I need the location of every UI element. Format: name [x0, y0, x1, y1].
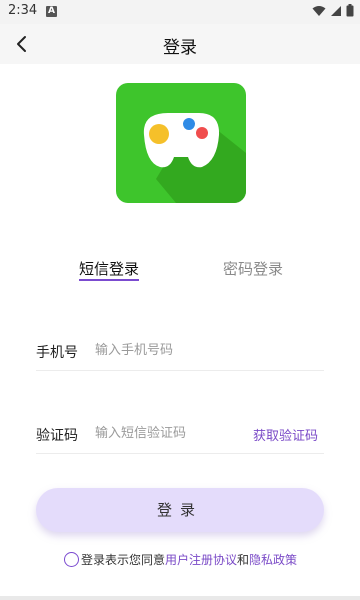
active-tab-indicator — [79, 279, 139, 281]
wifi-icon — [312, 5, 326, 16]
agreement-conjunction: 和 — [237, 553, 250, 567]
bottom-bar — [0, 596, 360, 600]
status-time: 2:34 — [8, 3, 38, 18]
agree-checkbox[interactable] — [64, 552, 79, 567]
get-code-button[interactable]: 获取验证码 — [253, 425, 318, 444]
login-button[interactable]: 登录 — [36, 488, 324, 532]
gamepad-icon — [143, 113, 246, 203]
page-title: 登录 — [163, 38, 197, 58]
battery-icon — [346, 4, 354, 17]
code-field-row: 验证码 获取验证码 — [36, 413, 324, 454]
code-label: 验证码 — [36, 428, 78, 444]
header: 登录 — [0, 24, 360, 64]
tab-password-login[interactable]: 密码登录 — [223, 258, 283, 279]
user-agreement-link[interactable]: 用户注册协议 — [165, 551, 237, 568]
status-bar: 2:34 A — [0, 0, 360, 24]
agreement-row: 登录表示您同意 用户注册协议 和 隐私政策 — [64, 551, 297, 568]
signal-icon — [331, 5, 341, 16]
phone-label: 手机号 — [36, 345, 78, 361]
login-tabs: 短信登录 密码登录 — [0, 258, 360, 288]
phone-field-row: 手机号 — [36, 330, 324, 371]
tab-sms-login[interactable]: 短信登录 — [79, 258, 139, 279]
app-logo — [116, 83, 246, 203]
privacy-policy-link[interactable]: 隐私政策 — [249, 551, 297, 568]
agreement-prefix: 登录表示您同意 — [81, 553, 166, 567]
code-input[interactable] — [93, 419, 257, 447]
status-icons — [312, 4, 354, 17]
phone-input[interactable] — [93, 336, 257, 364]
notification-a-icon: A — [46, 6, 57, 17]
